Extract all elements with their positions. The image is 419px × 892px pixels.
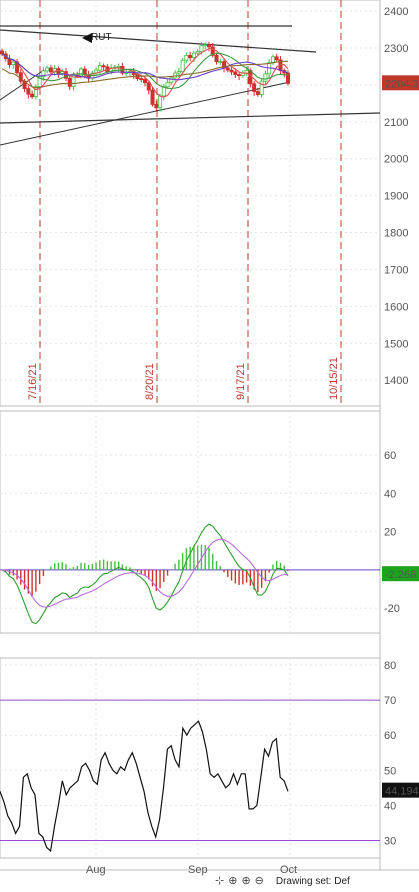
candle-body xyxy=(263,73,268,82)
event-date-label: 7/16/21 xyxy=(27,363,39,400)
event-date-label: 8/20/21 xyxy=(144,363,156,400)
candle-body xyxy=(139,78,144,81)
candle-body xyxy=(188,54,193,58)
rsi-tick-label: 80 xyxy=(384,660,396,672)
event-date-label: 10/15/21 xyxy=(328,357,340,400)
candle-body xyxy=(259,80,264,95)
macd-panel xyxy=(0,410,381,634)
candle-body xyxy=(165,81,170,88)
rsi-tick-label: 30 xyxy=(384,835,396,847)
macd-tick-label: 20 xyxy=(384,527,396,539)
candle-body xyxy=(11,61,16,65)
drawing-set-status: Drawing set: Def xyxy=(275,876,350,887)
candle-body xyxy=(184,54,189,61)
chart-area[interactable]: 1400150016001700180019002000210022002300… xyxy=(0,0,419,887)
candle-body xyxy=(142,78,147,84)
candle-body xyxy=(101,65,106,68)
price-tick-label: 2000 xyxy=(384,154,408,166)
candle-body xyxy=(252,83,257,92)
price-tick-label: 1500 xyxy=(384,338,408,350)
zoom-out-icon[interactable]: ⊖ xyxy=(255,876,264,887)
macd-last-label: -2.268 xyxy=(385,569,416,581)
symbol-label: RUT xyxy=(91,32,112,43)
candle-body xyxy=(203,44,208,47)
candle-body xyxy=(161,86,166,97)
rsi-tick-label: 40 xyxy=(384,800,396,812)
candle-body xyxy=(154,104,159,109)
zoom-in-icon[interactable]: ⊕ xyxy=(241,876,250,887)
rsi-tick-label: 60 xyxy=(384,730,396,742)
candle-body xyxy=(214,54,219,63)
rsi-tick-label: 70 xyxy=(384,695,396,707)
price-tick-label: 2300 xyxy=(384,43,408,55)
rsi-tick-label: 50 xyxy=(384,765,396,777)
x-tick-label: Oct xyxy=(280,864,297,876)
price-tick-label: 1900 xyxy=(384,191,408,203)
candle-body xyxy=(0,50,4,55)
candle-body xyxy=(158,95,163,109)
macd-tick-label: 60 xyxy=(384,450,396,462)
price-tick-label: 1400 xyxy=(384,375,408,387)
candle-body xyxy=(270,56,275,64)
price-tick-label: 2400 xyxy=(384,6,408,18)
x-tick-label: Aug xyxy=(86,864,106,876)
candle-body xyxy=(48,67,53,73)
rsi-last-label: 44.194 xyxy=(385,786,419,798)
rut-chart[interactable]: 1400150016001700180019002000210022002300… xyxy=(0,0,419,887)
candle-body xyxy=(150,89,155,105)
candle-body xyxy=(199,45,204,53)
candle-body xyxy=(26,88,31,95)
candle-body xyxy=(233,71,238,75)
macd-tick-label: -20 xyxy=(384,603,400,615)
price-tick-label: 1700 xyxy=(384,264,408,276)
candle-body xyxy=(237,74,242,77)
candle-body xyxy=(116,66,121,68)
candle-body xyxy=(206,44,211,48)
candle-body xyxy=(30,93,35,98)
candle-body xyxy=(229,69,234,73)
candle-body xyxy=(45,67,50,72)
crosshair-icon[interactable]: ⊕ xyxy=(228,876,237,887)
event-date-label: 9/17/21 xyxy=(235,363,247,400)
candle-body xyxy=(176,71,181,74)
mouse-icon[interactable]: ⊹ xyxy=(215,876,224,887)
candle-body xyxy=(274,56,279,61)
rsi-panel xyxy=(0,657,381,859)
candle-body xyxy=(255,91,260,95)
candle-body xyxy=(195,51,200,54)
candle-body xyxy=(225,67,230,71)
candle-body xyxy=(97,65,102,71)
candle-body xyxy=(67,77,72,87)
drawing-toolbar: ⊹ ⊕ ⊕ ⊖ Drawing set: Def xyxy=(215,876,419,887)
candle-body xyxy=(191,52,196,58)
price-last-label: 2204.3 xyxy=(385,78,419,90)
price-tick-label: 1600 xyxy=(384,301,408,313)
candle-body xyxy=(82,68,87,75)
price-tick-label: 2100 xyxy=(384,117,408,129)
price-tick-label: 1800 xyxy=(384,228,408,240)
candle-body xyxy=(218,61,223,64)
macd-tick-label: 40 xyxy=(384,488,396,500)
candle-body xyxy=(180,59,185,73)
candle-body xyxy=(79,68,84,77)
x-tick-label: Sep xyxy=(188,864,208,876)
